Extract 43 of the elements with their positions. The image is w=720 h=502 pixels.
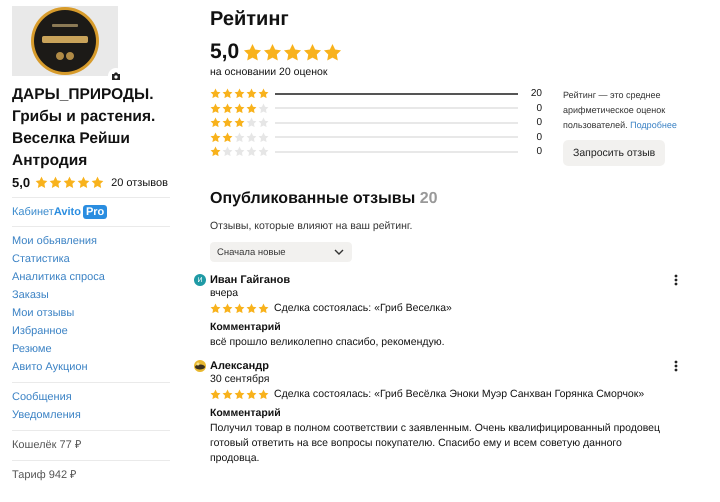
- review-comment: всё прошло великолепно спасибо, рекомендую.: [210, 335, 446, 350]
- rating-count: 0: [535, 117, 542, 128]
- section-subtitle: Отзывы, которые влияют на ваш рейтинг.: [210, 220, 414, 232]
- comment-label: Комментарий: [210, 320, 282, 335]
- rating-count: 0: [535, 102, 542, 114]
- request-review-button[interactable]: Запросить отзыв: [563, 140, 666, 166]
- review-count[interactable]: 20 отзывов: [111, 176, 168, 188]
- page-title: Рейтинг: [210, 7, 290, 32]
- deal-text: Сделка состоялась: «Гриб Весёлка Эноки Муэр Санхван Горянка Сморчок»: [274, 387, 644, 402]
- rating-count: 20: [530, 88, 542, 100]
- nav-link[interactable]: Уведомления: [12, 408, 81, 423]
- nav-link[interactable]: Заказы: [12, 288, 49, 303]
- nav-link[interactable]: Сообщения: [12, 390, 72, 405]
- nav-link[interactable]: Мои обьявления: [12, 234, 98, 249]
- review-author[interactable]: Иван Гайганов: [210, 274, 290, 286]
- section-title: Опубликованные отзывы 20: [210, 190, 438, 208]
- nav-link[interactable]: Резюме: [12, 342, 52, 357]
- nav-link[interactable]: Авито Аукцион: [12, 360, 88, 375]
- more-options-icon[interactable]: [674, 274, 678, 286]
- review-comment: Получил товар в полном соответствии с заявленным. Очень квалифицированный продовец готовый ответить на все вопросы покупателю. Спасибо ему и всем советую данного продовца.: [210, 421, 662, 466]
- rating-count: 0: [535, 132, 542, 143]
- deal-text: Сделка состоялась: «Гриб Веселка»: [274, 301, 452, 316]
- chevron-down-icon: [334, 249, 344, 255]
- comment-label: Комментарий: [210, 406, 282, 421]
- cabinet-pro-link[interactable]: КабинетAvito Pro: [12, 205, 170, 219]
- nav-link[interactable]: Аналитика спроса: [12, 270, 105, 285]
- review-date: вчера: [210, 286, 240, 301]
- rating-count: 0: [535, 146, 542, 158]
- more-options-icon[interactable]: [674, 360, 678, 372]
- more-link[interactable]: Подробнее: [630, 120, 677, 130]
- rating-info-text: Рейтинг — это среднее арифметическое оценок пользователей. Подробнее: [563, 89, 678, 132]
- sort-dropdown[interactable]: Сначала новые: [210, 242, 352, 262]
- nav-link[interactable]: Мои отзывы: [12, 306, 74, 321]
- rating-value: 5,0: [12, 175, 30, 190]
- rating-basis: на основании 20 оценок: [210, 66, 328, 78]
- review-author[interactable]: Александр: [210, 360, 269, 372]
- review-date: 30 сентября: [210, 372, 270, 387]
- nav-link[interactable]: Избранное: [12, 324, 68, 339]
- rating-value: 5,0: [210, 40, 240, 64]
- nav-link[interactable]: Тариф 942 ₽: [12, 468, 76, 483]
- profile-name: ДАРЫ_ПРИРОДЫ. Грибы и растения. Веселка Рейши Антродия: [12, 85, 156, 171]
- nav-link[interactable]: Статистика: [12, 252, 70, 267]
- nav-link[interactable]: Кошелёк 77 ₽: [12, 438, 81, 453]
